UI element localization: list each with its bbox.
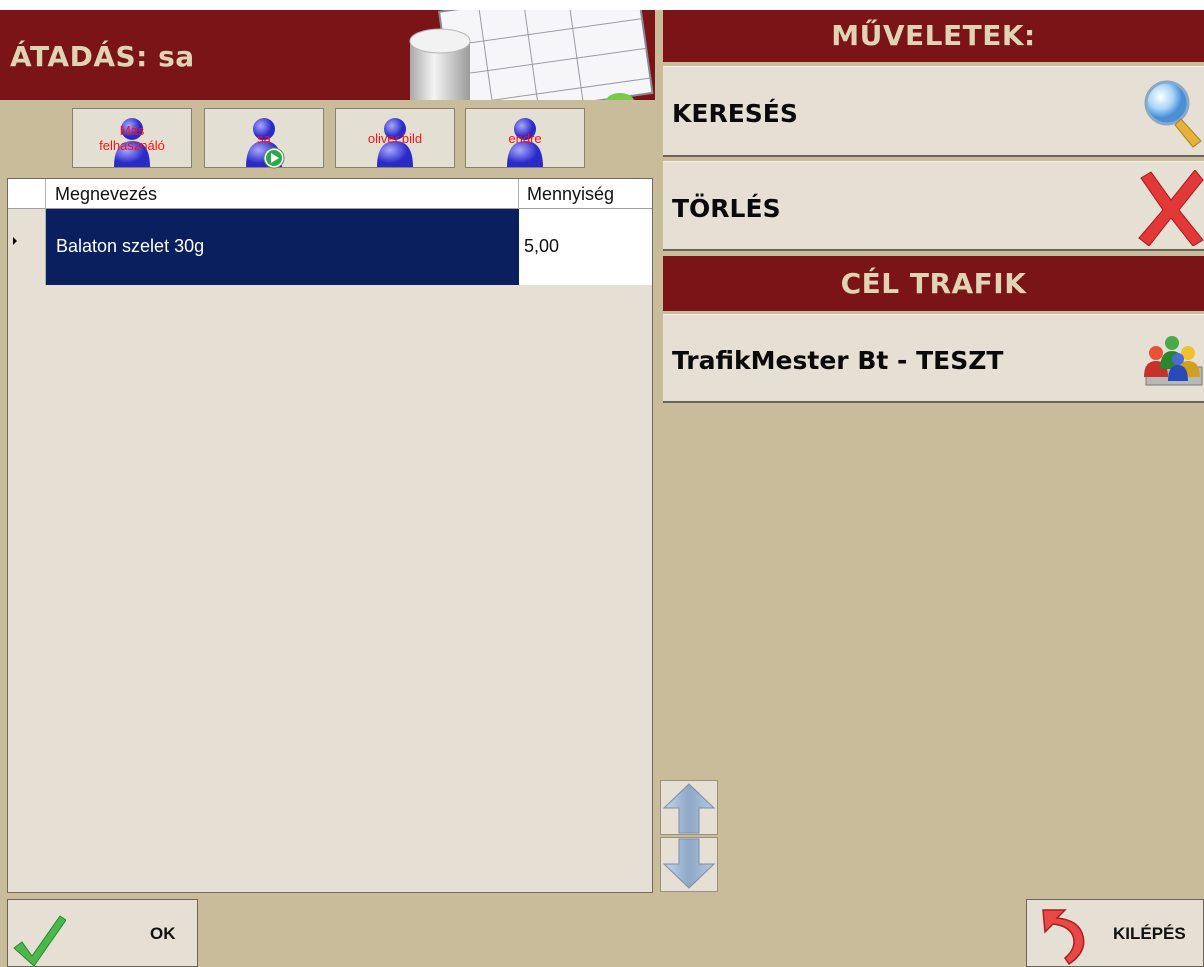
target-store-button[interactable]: TrafikMester Bt - TESZT bbox=[663, 314, 1204, 403]
column-header-name[interactable]: Megnevezés bbox=[46, 179, 519, 209]
user-button-other[interactable]: Más felhasználó bbox=[72, 108, 192, 168]
search-label: KERESÉS bbox=[672, 99, 798, 128]
cell-name[interactable]: Balaton szelet 30g bbox=[46, 209, 519, 285]
delete-button[interactable]: TÖRLÉS bbox=[663, 161, 1204, 251]
row-pointer-icon bbox=[13, 237, 17, 245]
arrow-down-icon bbox=[662, 838, 716, 889]
ok-button[interactable]: OK bbox=[7, 899, 198, 967]
scroll-up-button[interactable] bbox=[660, 780, 718, 835]
delete-x-icon bbox=[1138, 170, 1204, 246]
delete-label: TÖRLÉS bbox=[672, 194, 781, 223]
row-header-corner bbox=[8, 179, 46, 209]
play-icon bbox=[263, 147, 285, 169]
search-icon bbox=[1144, 80, 1202, 148]
exit-button[interactable]: KILÉPÉS bbox=[1026, 899, 1204, 967]
transfer-header: ÁTADÁS: sa bbox=[0, 10, 655, 100]
user-label: sa bbox=[257, 130, 271, 146]
column-header-quantity[interactable]: Mennyiség bbox=[519, 179, 652, 209]
user-label: oliver.bild bbox=[367, 130, 423, 146]
user-button-sa[interactable]: sa bbox=[204, 108, 324, 169]
table-row[interactable]: Balaton szelet 30g 5,00 bbox=[8, 209, 652, 285]
page-title: ÁTADÁS: sa bbox=[10, 40, 195, 73]
exit-label: KILÉPÉS bbox=[1113, 924, 1186, 943]
checkmark-icon bbox=[13, 915, 66, 967]
undo-arrow-icon bbox=[1042, 909, 1085, 966]
top-strip-right bbox=[655, 0, 1204, 10]
database-document-icon bbox=[409, 10, 654, 100]
row-selector[interactable] bbox=[8, 209, 46, 285]
user-label: endre bbox=[508, 130, 542, 146]
scroll-down-button[interactable] bbox=[660, 837, 718, 892]
items-grid[interactable]: Megnevezés Mennyiség Balaton szelet 30g … bbox=[7, 178, 653, 893]
ok-label: OK bbox=[150, 924, 176, 943]
user-label: Más felhasználó bbox=[99, 123, 165, 153]
grid-header: Megnevezés Mennyiség bbox=[8, 179, 652, 209]
search-button[interactable]: KERESÉS bbox=[663, 66, 1204, 157]
top-strip bbox=[0, 0, 655, 10]
user-button-endre[interactable]: endre bbox=[465, 108, 585, 168]
user-toolbar: Más felhasználó sa oliver.bild endre bbox=[0, 100, 655, 175]
operations-header: MŰVELETEK: bbox=[663, 10, 1204, 62]
target-header: CÉL TRAFIK bbox=[663, 256, 1204, 311]
users-group-icon bbox=[1144, 336, 1203, 386]
target-store-label: TrafikMester Bt - TESZT bbox=[672, 346, 1004, 375]
cell-quantity[interactable]: 5,00 bbox=[519, 209, 652, 285]
arrow-up-icon bbox=[662, 783, 716, 834]
user-button-oliver[interactable]: oliver.bild bbox=[335, 108, 455, 168]
